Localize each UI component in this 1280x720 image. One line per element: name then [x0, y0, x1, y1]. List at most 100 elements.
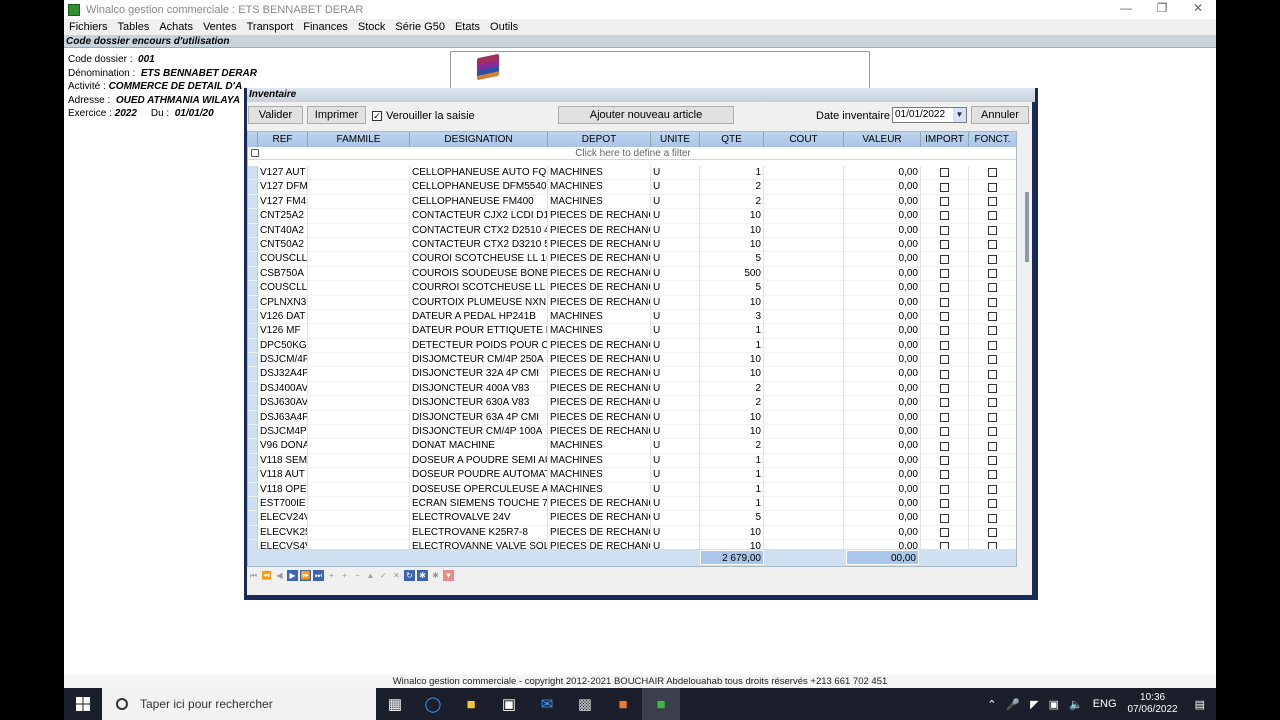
checkbox[interactable]: [988, 369, 997, 379]
cell-depot[interactable]: PIECES DE RECHANG: [548, 295, 651, 310]
cell-valeur[interactable]: 0,00: [844, 281, 921, 296]
checkbox[interactable]: [940, 182, 949, 192]
first-page-icon[interactable]: ⏮: [248, 570, 259, 581]
cell-unite[interactable]: U: [651, 166, 700, 181]
cell-designation[interactable]: DOSEUR A POUDRE SEMI AU: [410, 453, 548, 469]
cell-unite[interactable]: U: [651, 496, 700, 512]
col-famille[interactable]: FAMMILE: [308, 132, 410, 147]
cell-designation[interactable]: DISJONCTEUR 32A 4P CMI: [410, 367, 548, 382]
cell-valeur[interactable]: 0,00: [844, 511, 921, 526]
cell-qte[interactable]: 5: [700, 511, 764, 526]
cell-designation[interactable]: CELLOPHANEUSE FM400: [410, 194, 548, 210]
checkbox[interactable]: [988, 326, 997, 336]
cell-famille[interactable]: [308, 324, 410, 339]
edit-icon[interactable]: ▲: [365, 570, 376, 581]
cell-cout[interactable]: [764, 295, 844, 310]
cell-ref[interactable]: CNT25A2: [258, 209, 308, 224]
row-selector[interactable]: [248, 468, 258, 483]
cell-cout[interactable]: [764, 511, 844, 526]
cell-famille[interactable]: [308, 194, 410, 210]
cell-unite[interactable]: U: [651, 209, 700, 224]
cell-unite[interactable]: U: [651, 237, 700, 253]
cell-unite[interactable]: U: [651, 381, 700, 397]
cell-ref[interactable]: DSJ400AV: [258, 381, 308, 397]
checkbox[interactable]: [988, 225, 997, 235]
cell-valeur[interactable]: 0,00: [844, 482, 921, 497]
table-row[interactable]: V118 SEM DOSEUR A POUDRE SEMI AU MACHINES U…: [248, 453, 1016, 469]
table-row[interactable]: V127 DFM CELLOPHANEUSE DFM5540 MACHINES U 2 0…: [248, 180, 1016, 195]
cell-unite[interactable]: U: [651, 482, 700, 497]
cell-qte[interactable]: 10: [700, 525, 764, 541]
row-selector[interactable]: [248, 209, 258, 224]
cell-cout[interactable]: [764, 439, 844, 454]
col-cout[interactable]: COUT: [764, 132, 844, 147]
checkbox[interactable]: [988, 196, 997, 206]
cell-cout[interactable]: [764, 482, 844, 497]
cell-ref[interactable]: V118 AUT: [258, 468, 308, 483]
cell-ref[interactable]: DPC50KG: [258, 338, 308, 354]
col-ref[interactable]: REF: [258, 132, 308, 147]
network-icon[interactable]: ◤: [1030, 698, 1038, 711]
row-selector[interactable]: [248, 338, 258, 354]
checkbox[interactable]: [940, 283, 949, 293]
cell-ref[interactable]: CPLNXN3: [258, 295, 308, 310]
row-selector[interactable]: [248, 223, 258, 238]
cell-cout[interactable]: [764, 381, 844, 397]
cell-valeur[interactable]: 0,00: [844, 496, 921, 512]
cell-depot[interactable]: MACHINES: [548, 482, 651, 497]
cell-famille[interactable]: [308, 237, 410, 253]
cell-depot[interactable]: PIECES DE RECHANG: [548, 396, 651, 411]
cell-designation[interactable]: DETECTEUR POIDS POUR CC: [410, 338, 548, 354]
cell-famille[interactable]: [308, 425, 410, 440]
cell-valeur[interactable]: 0,00: [844, 209, 921, 224]
cell-unite[interactable]: U: [651, 309, 700, 325]
table-row[interactable]: EST700IE ECRAN SIEMENS TOUCHE 70 PIECES DE…: [248, 496, 1016, 512]
checkbox[interactable]: [988, 484, 997, 494]
cell-valeur[interactable]: 0,00: [844, 180, 921, 195]
row-selector[interactable]: [248, 381, 258, 397]
checkbox[interactable]: [988, 182, 997, 192]
cell-qte[interactable]: 5: [700, 252, 764, 267]
cell-unite[interactable]: U: [651, 396, 700, 411]
table-row[interactable]: CNT50A2 CONTACTEUR CTX2 D3210 5 PIECES DE …: [248, 237, 1016, 253]
cell-cout[interactable]: [764, 453, 844, 469]
maximize-button[interactable]: ❐: [1144, 0, 1180, 19]
cell-famille[interactable]: [308, 410, 410, 426]
cell-depot[interactable]: MACHINES: [548, 194, 651, 210]
cell-ref[interactable]: V96 DONA: [258, 439, 308, 454]
cell-famille[interactable]: [308, 223, 410, 238]
verrouiller-checkbox[interactable]: ✓: [372, 111, 382, 121]
table-row[interactable]: DSJ630AV DISJONCTEUR 630A V83 PIECES DE RE…: [248, 396, 1016, 411]
checkbox[interactable]: [988, 340, 997, 350]
row-selector[interactable]: [248, 166, 258, 181]
close-button[interactable]: ✕: [1180, 0, 1216, 19]
cell-depot[interactable]: PIECES DE RECHANG: [548, 381, 651, 397]
cell-ref[interactable]: CNT40A2: [258, 223, 308, 238]
cell-valeur[interactable]: 0,00: [844, 252, 921, 267]
cell-famille[interactable]: [308, 353, 410, 368]
cell-designation[interactable]: DISJONCTEUR CM/4P 100A: [410, 425, 548, 440]
col-import[interactable]: IMPORT: [921, 132, 969, 147]
display-icon[interactable]: ▣: [1049, 698, 1059, 711]
cell-qte[interactable]: 1: [700, 453, 764, 469]
table-row[interactable]: V126 MF DATEUR POUR ETTIQUETE M MACHINES U 1…: [248, 324, 1016, 339]
task-view-icon[interactable]: ▦: [376, 688, 414, 720]
cell-unite[interactable]: U: [651, 425, 700, 440]
table-row[interactable]: V126 DAT DATEUR A PEDAL HP241B MACHINES U 3 0…: [248, 309, 1016, 325]
cell-depot[interactable]: MACHINES: [548, 180, 651, 195]
cell-designation[interactable]: CONTACTEUR CJX2 LCDI D1: [410, 209, 548, 224]
cell-qte[interactable]: 10: [700, 209, 764, 224]
table-row[interactable]: ELECVK25 ELECTROVANE K25R7-8 PIECES DE REC…: [248, 525, 1016, 541]
annuler-button[interactable]: Annuler: [971, 106, 1029, 124]
insert-icon[interactable]: +: [326, 570, 337, 581]
row-selector[interactable]: [248, 180, 258, 195]
edge-icon[interactable]: ◯: [414, 688, 452, 720]
menu-etats[interactable]: Etats: [450, 21, 485, 33]
cell-qte[interactable]: 1: [700, 338, 764, 354]
checkbox[interactable]: [988, 470, 997, 480]
cell-cout[interactable]: [764, 223, 844, 238]
cell-cout[interactable]: [764, 266, 844, 282]
cell-qte[interactable]: 10: [700, 425, 764, 440]
cell-depot[interactable]: PIECES DE RECHANG: [548, 252, 651, 267]
cell-designation[interactable]: DISJOMCTEUR CM/4P 250A: [410, 353, 548, 368]
